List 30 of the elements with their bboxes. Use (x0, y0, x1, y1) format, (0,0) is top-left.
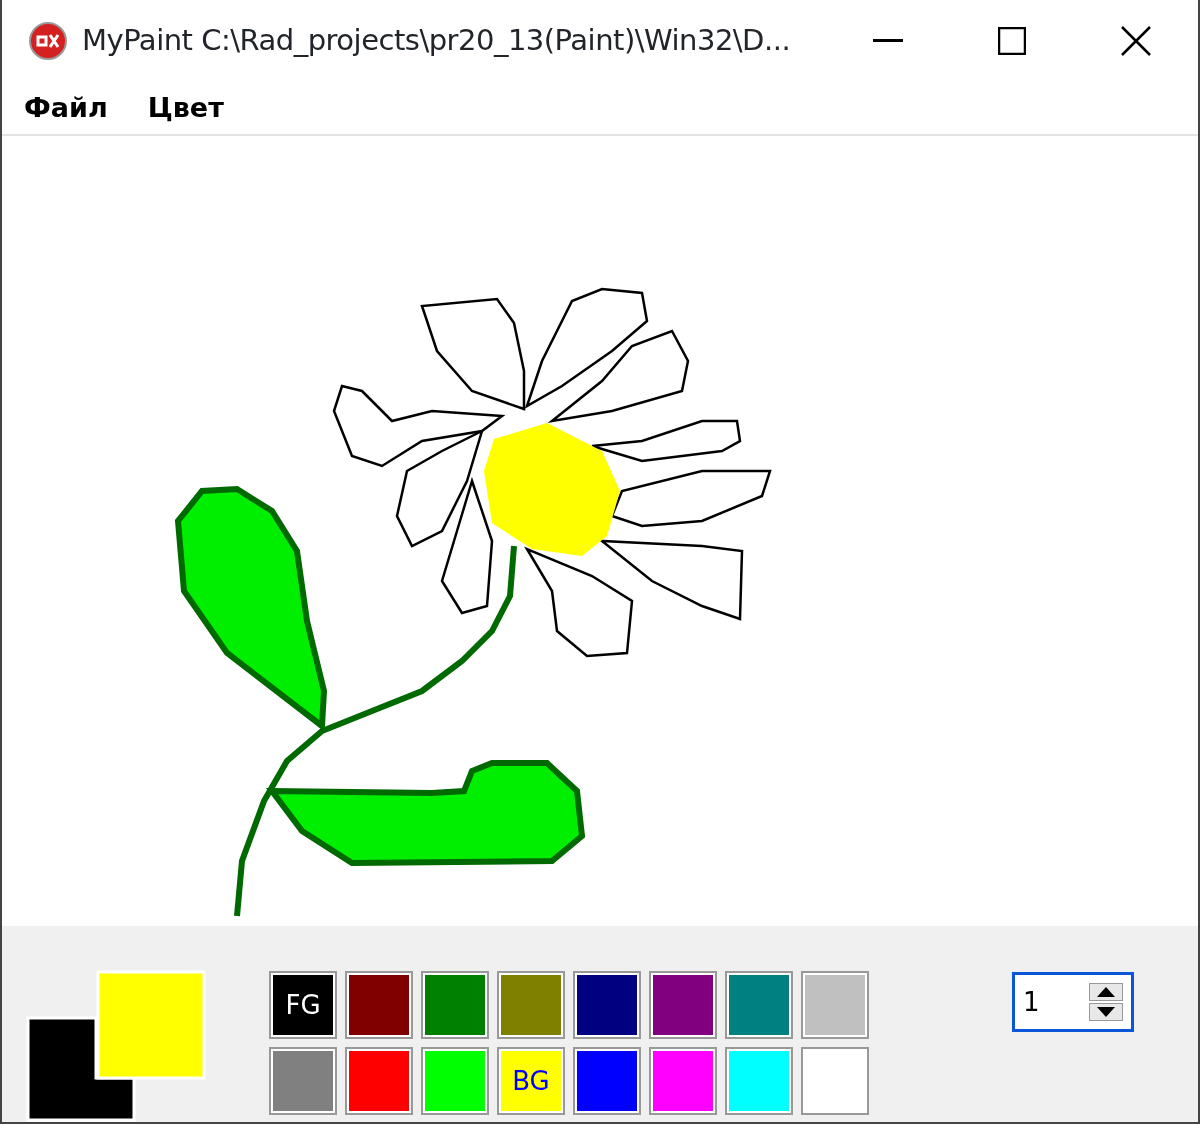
color-swatch[interactable] (422, 972, 488, 1038)
maximize-icon (998, 27, 1026, 55)
down-arrow-icon (1097, 1007, 1115, 1017)
color-swatch[interactable] (422, 1048, 488, 1114)
color-swatch[interactable] (498, 972, 564, 1038)
color-swatch[interactable] (346, 1048, 412, 1114)
menu-item[interactable]: Цвет (145, 87, 226, 129)
down-arrow-button[interactable] (1089, 1003, 1123, 1021)
minimize-icon (873, 39, 903, 43)
color-swatch[interactable] (270, 1048, 336, 1114)
color-swatch[interactable] (802, 972, 868, 1038)
foreground-color-swatch[interactable] (26, 1016, 136, 1122)
background-color-swatch[interactable] (96, 970, 206, 1080)
menu-item[interactable]: Файл (22, 87, 110, 129)
color-swatch[interactable] (574, 1048, 640, 1114)
close-icon (1121, 26, 1151, 56)
color-swatch[interactable]: FG (270, 972, 336, 1038)
color-swatch[interactable] (574, 972, 640, 1038)
window-title: MyPaint C:\Rad_projects\pr20_13(Paint)\Win32\D... (82, 22, 791, 60)
color-swatch[interactable] (346, 972, 412, 1038)
up-arrow-button[interactable] (1089, 983, 1123, 1001)
app-icon (28, 21, 68, 61)
color-swatch[interactable] (650, 972, 716, 1038)
color-swatch[interactable] (650, 1048, 716, 1114)
pen-width-spinner[interactable]: 1 (1012, 972, 1134, 1032)
color-swatch[interactable] (726, 972, 792, 1038)
color-swatch[interactable]: BG (498, 1048, 564, 1114)
color-swatch[interactable] (802, 1048, 868, 1114)
color-swatch[interactable] (726, 1048, 792, 1114)
up-arrow-icon (1097, 987, 1115, 997)
